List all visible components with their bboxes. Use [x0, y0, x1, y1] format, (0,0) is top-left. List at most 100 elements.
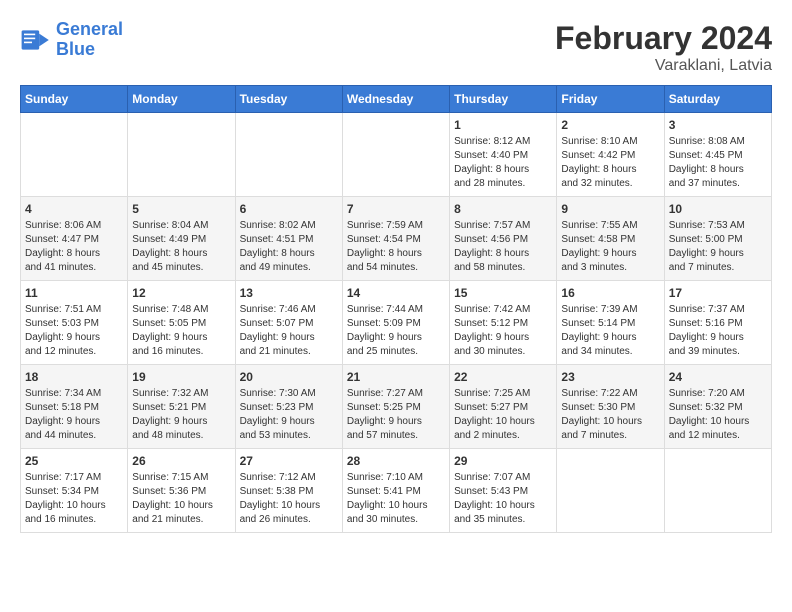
- day-number: 4: [25, 202, 123, 216]
- cell-line: Daylight: 10 hours: [240, 499, 338, 513]
- week-row-4: 18Sunrise: 7:34 AMSunset: 5:18 PMDayligh…: [21, 365, 772, 449]
- calendar-cell: 17 Sunrise: 7:37 AMSunset: 5:16 PMDayligh…: [664, 281, 771, 365]
- day-number: 24: [669, 370, 767, 384]
- header-row: SundayMondayTuesdayWednesdayThursdayFrid…: [21, 86, 772, 113]
- col-header-friday: Friday: [557, 86, 664, 113]
- title-block: February 2024 Varaklani, Latvia: [555, 20, 772, 75]
- calendar-cell: 10Sunrise: 7:53 AMSunset: 5:00 PMDayligh…: [664, 197, 771, 281]
- cell-line: Daylight: 9 hours: [25, 415, 123, 429]
- cell-line: Sunrise: 7:27 AM: [347, 387, 445, 401]
- cell-line: Daylight: 9 hours: [347, 331, 445, 345]
- cell-line: Sunset: 5:00 PM: [669, 233, 767, 247]
- day-number: 23: [561, 370, 659, 384]
- day-number: 26: [132, 454, 230, 468]
- cell-line: Daylight: 9 hours: [347, 415, 445, 429]
- cell-line: Sunrise: 8:08 AM: [669, 135, 767, 149]
- col-header-wednesday: Wednesday: [342, 86, 449, 113]
- day-number: 9: [561, 202, 659, 216]
- cell-line: and 21 minutes.: [132, 513, 230, 527]
- cell-line: Sunrise: 7:20 AM: [669, 387, 767, 401]
- cell-content: Sunrise: 8:08 AMSunset: 4:45 PMDaylight:…: [669, 135, 767, 191]
- cell-line: Daylight: 8 hours: [454, 247, 552, 261]
- cell-content: Sunrise: 7:34 AMSunset: 5:18 PMDaylight:…: [25, 387, 123, 443]
- cell-line: Sunset: 5:25 PM: [347, 401, 445, 415]
- col-header-tuesday: Tuesday: [235, 86, 342, 113]
- cell-content: Sunrise: 7:51 AMSunset: 5:03 PMDaylight:…: [25, 303, 123, 359]
- cell-content: Sunrise: 7:46 AMSunset: 5:07 PMDaylight:…: [240, 303, 338, 359]
- calendar-title: February 2024: [555, 20, 772, 57]
- cell-line: Sunrise: 7:51 AM: [25, 303, 123, 317]
- calendar-cell: 15Sunrise: 7:42 AMSunset: 5:12 PMDayligh…: [450, 281, 557, 365]
- calendar-subtitle: Varaklani, Latvia: [555, 57, 772, 75]
- cell-line: and 35 minutes.: [454, 513, 552, 527]
- cell-line: Sunrise: 7:15 AM: [132, 471, 230, 485]
- cell-line: Sunset: 5:12 PM: [454, 317, 552, 331]
- cell-line: and 7 minutes.: [561, 429, 659, 443]
- cell-line: Daylight: 9 hours: [561, 247, 659, 261]
- week-row-3: 11 Sunrise: 7:51 AMSunset: 5:03 PMDayligh…: [21, 281, 772, 365]
- calendar-cell: 9Sunrise: 7:55 AMSunset: 4:58 PMDaylight…: [557, 197, 664, 281]
- cell-line: Sunrise: 7:57 AM: [454, 219, 552, 233]
- cell-line: Sunset: 4:54 PM: [347, 233, 445, 247]
- day-number: 17: [669, 286, 767, 300]
- calendar-cell: 16Sunrise: 7:39 AMSunset: 5:14 PMDayligh…: [557, 281, 664, 365]
- cell-line: and 45 minutes.: [132, 261, 230, 275]
- cell-line: Sunset: 5:43 PM: [454, 485, 552, 499]
- cell-line: Sunset: 5:16 PM: [669, 317, 767, 331]
- cell-content: Sunrise: 7:59 AMSunset: 4:54 PMDaylight:…: [347, 219, 445, 275]
- cell-content: Sunrise: 7:20 AMSunset: 5:32 PMDaylight:…: [669, 387, 767, 443]
- calendar-cell: [21, 113, 128, 197]
- cell-line: and 16 minutes.: [25, 513, 123, 527]
- cell-line: Sunrise: 7:32 AM: [132, 387, 230, 401]
- cell-content: Sunrise: 7:10 AMSunset: 5:41 PMDaylight:…: [347, 471, 445, 527]
- cell-line: Sunrise: 7:10 AM: [347, 471, 445, 485]
- col-header-sunday: Sunday: [21, 86, 128, 113]
- calendar-cell: 8 Sunrise: 7:57 AMSunset: 4:56 PMDaylight…: [450, 197, 557, 281]
- day-number: 10: [669, 202, 767, 216]
- cell-line: Sunrise: 8:12 AM: [454, 135, 552, 149]
- cell-line: Sunset: 5:05 PM: [132, 317, 230, 331]
- cell-line: and 34 minutes.: [561, 345, 659, 359]
- day-number: 11: [25, 286, 123, 300]
- cell-line: Daylight: 8 hours: [454, 163, 552, 177]
- cell-line: and 32 minutes.: [561, 177, 659, 191]
- cell-content: Sunrise: 8:04 AMSunset: 4:49 PMDaylight:…: [132, 219, 230, 275]
- cell-line: Sunset: 4:58 PM: [561, 233, 659, 247]
- calendar-cell: 29Sunrise: 7:07 AMSunset: 5:43 PMDayligh…: [450, 449, 557, 533]
- calendar-cell: 12Sunrise: 7:48 AMSunset: 5:05 PMDayligh…: [128, 281, 235, 365]
- logo-general: General: [56, 19, 123, 39]
- cell-line: and 30 minutes.: [347, 513, 445, 527]
- cell-line: and 30 minutes.: [454, 345, 552, 359]
- day-number: 21: [347, 370, 445, 384]
- logo-blue: Blue: [56, 39, 95, 59]
- calendar-table: SundayMondayTuesdayWednesdayThursdayFrid…: [20, 85, 772, 533]
- cell-line: Sunset: 5:41 PM: [347, 485, 445, 499]
- calendar-cell: 26 Sunrise: 7:15 AMSunset: 5:36 PMDayligh…: [128, 449, 235, 533]
- calendar-cell: 24 Sunrise: 7:20 AMSunset: 5:32 PMDayligh…: [664, 365, 771, 449]
- cell-content: Sunrise: 7:12 AMSunset: 5:38 PMDaylight:…: [240, 471, 338, 527]
- cell-content: Sunrise: 7:57 AMSunset: 4:56 PMDaylight:…: [454, 219, 552, 275]
- calendar-cell: 19 Sunrise: 7:32 AMSunset: 5:21 PMDayligh…: [128, 365, 235, 449]
- week-row-2: 4Sunrise: 8:06 AMSunset: 4:47 PMDaylight…: [21, 197, 772, 281]
- cell-line: and 26 minutes.: [240, 513, 338, 527]
- cell-line: and 37 minutes.: [669, 177, 767, 191]
- day-number: 20: [240, 370, 338, 384]
- day-number: 13: [240, 286, 338, 300]
- cell-line: Daylight: 9 hours: [132, 415, 230, 429]
- cell-content: Sunrise: 7:15 AMSunset: 5:36 PMDaylight:…: [132, 471, 230, 527]
- logo-icon: [20, 24, 52, 56]
- cell-line: Sunset: 5:21 PM: [132, 401, 230, 415]
- day-number: 22: [454, 370, 552, 384]
- cell-line: Daylight: 10 hours: [25, 499, 123, 513]
- cell-content: Sunrise: 7:37 AMSunset: 5:16 PMDaylight:…: [669, 303, 767, 359]
- cell-line: Sunrise: 7:34 AM: [25, 387, 123, 401]
- day-number: 19: [132, 370, 230, 384]
- cell-content: Sunrise: 7:42 AMSunset: 5:12 PMDaylight:…: [454, 303, 552, 359]
- cell-line: Sunrise: 7:44 AM: [347, 303, 445, 317]
- calendar-cell: [557, 449, 664, 533]
- day-number: 8: [454, 202, 552, 216]
- cell-line: Sunset: 5:09 PM: [347, 317, 445, 331]
- cell-line: Daylight: 9 hours: [561, 331, 659, 345]
- cell-line: Sunrise: 7:12 AM: [240, 471, 338, 485]
- cell-content: Sunrise: 7:25 AMSunset: 5:27 PMDaylight:…: [454, 387, 552, 443]
